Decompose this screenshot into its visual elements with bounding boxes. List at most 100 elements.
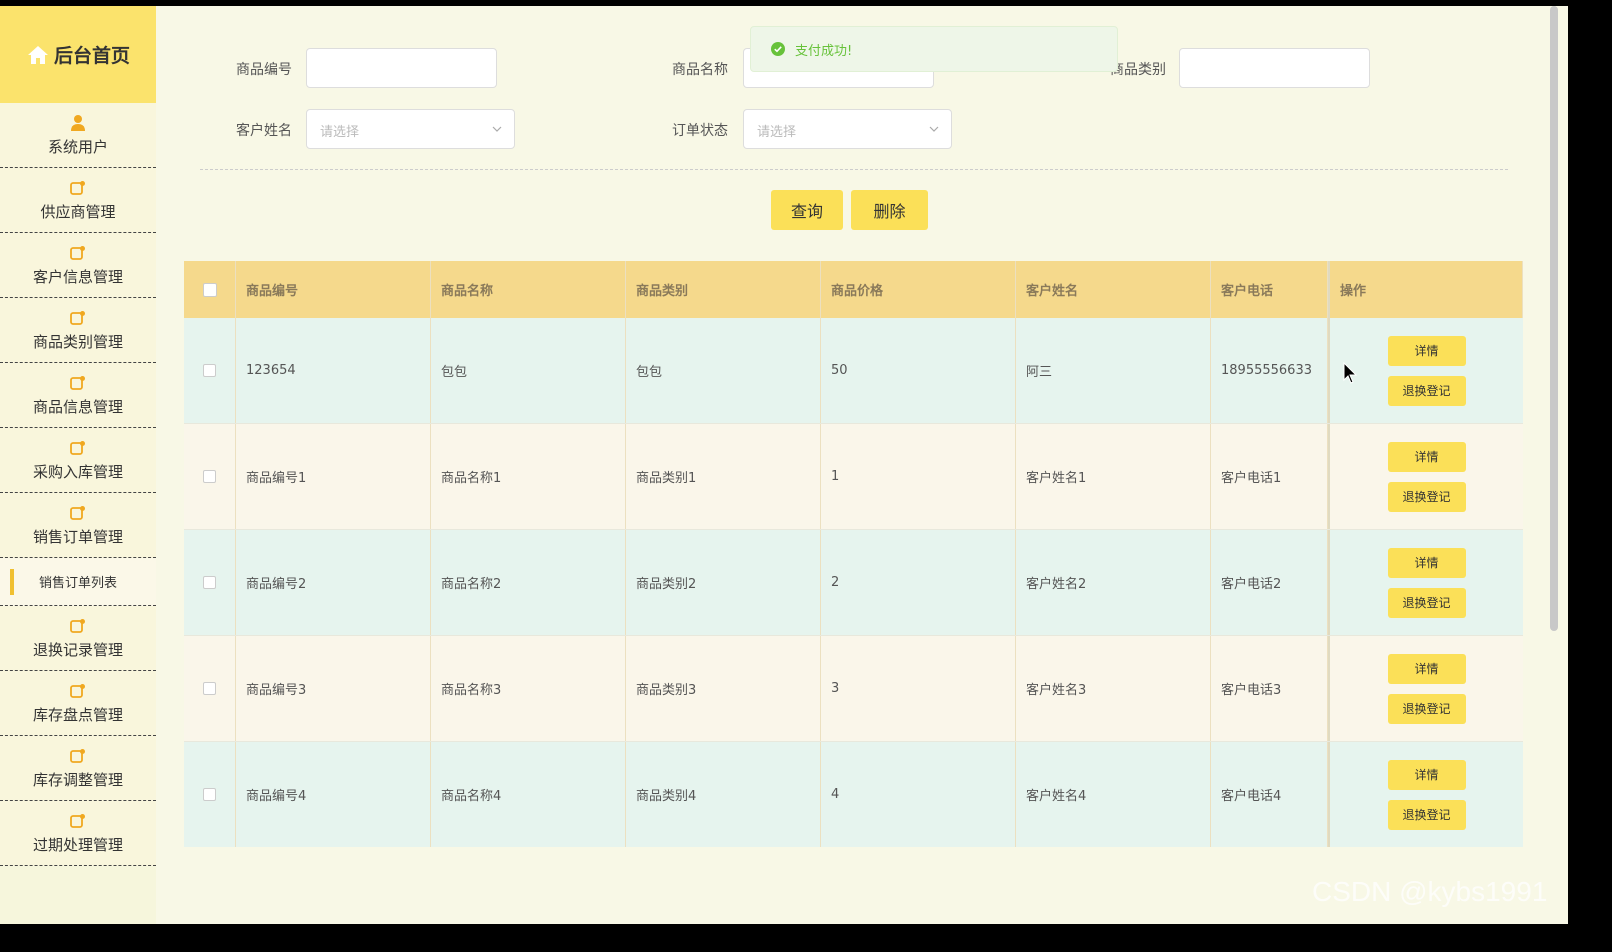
table-row[interactable]: 商品编号2 商品名称2 商品类别2 2 客户姓名2 客户电话2 详情 退换登记 — [184, 530, 1523, 636]
detail-button[interactable]: 详情 — [1387, 335, 1466, 366]
row-checkbox-cell — [184, 636, 236, 741]
table-cell: 商品类别2 — [626, 530, 821, 635]
table-row[interactable]: 商品编号4 商品名称4 商品类别4 4 客户姓名4 客户电话4 详情 退换登记 — [184, 742, 1523, 847]
product-code-label: 商品编号 — [236, 62, 292, 78]
app-screen: 后台首页 系统用户供应商管理 客户信息管理商品类别管理 商品信息管理采购入库管理销售… — [0, 6, 1568, 924]
column-header[interactable]: 商品类别 — [626, 261, 821, 318]
return-register-button[interactable]: 退换登记 — [1387, 587, 1466, 618]
table-cell: 包包 — [626, 318, 821, 423]
sidebar-item[interactable]: 过期处理管理 — [0, 801, 156, 866]
edit-icon — [70, 180, 85, 195]
sidebar-item-label: 销售订单管理 — [32, 527, 123, 546]
table-row[interactable]: 123654 包包 包包 50 阿三 18955556633 详情 退换登记 — [184, 318, 1523, 424]
sidebar-item-label: 库存调整管理 — [32, 770, 123, 789]
table-cell: 包包 — [431, 318, 626, 423]
sidebar: 后台首页 系统用户供应商管理 客户信息管理商品类别管理 商品信息管理采购入库管理销售… — [0, 6, 156, 924]
product-name-label: 商品名称 — [672, 62, 728, 78]
select-all-checkbox[interactable] — [202, 282, 217, 297]
order-status-label: 订单状态 — [672, 123, 728, 139]
sidebar-item[interactable]: 采购入库管理 — [0, 428, 156, 493]
table-cell: 1 — [821, 424, 1016, 529]
toast-message: 支付成功! — [795, 43, 853, 59]
row-checkbox[interactable] — [203, 576, 216, 589]
sidebar-item-label: 系统用户 — [47, 137, 108, 156]
table-cell: 商品名称3 — [431, 636, 626, 741]
detail-button[interactable]: 详情 — [1387, 759, 1466, 790]
product-code-input[interactable] — [306, 48, 497, 88]
sidebar-item[interactable]: 商品类别管理 — [0, 298, 156, 363]
table-cell: 客户姓名1 — [1016, 424, 1211, 529]
order-status-placeholder: 请选择 — [757, 125, 797, 140]
row-checkbox-cell — [184, 742, 236, 847]
delete-button[interactable]: 删除 — [851, 190, 928, 230]
table-cell: 客户电话2 — [1211, 530, 1328, 635]
sidebar-item[interactable]: 库存盘点管理 — [0, 671, 156, 736]
sidebar-item[interactable]: 库存调整管理 — [0, 736, 156, 801]
row-checkbox[interactable] — [203, 682, 216, 695]
sidebar-item[interactable]: 系统用户 — [0, 103, 156, 168]
table-cell: 阿三 — [1016, 318, 1211, 423]
table-cell: 客户姓名4 — [1016, 742, 1211, 847]
edit-icon — [70, 440, 85, 455]
edit-icon — [70, 310, 85, 325]
column-header[interactable]: 客户姓名 — [1016, 261, 1211, 318]
sidebar-item-label: 商品信息管理 — [32, 397, 123, 416]
sidebar-subitem-label: 销售订单列表 — [38, 576, 117, 591]
main-content: 商品编号 商品名称 商品类别 客户姓名 请选择 订单状态 请选择 查询 删除 支… — [156, 6, 1548, 924]
return-register-button[interactable]: 退换登记 — [1387, 375, 1466, 406]
query-button[interactable]: 查询 — [771, 190, 843, 230]
edit-icon — [70, 618, 85, 633]
return-register-button[interactable]: 退换登记 — [1387, 799, 1466, 830]
edit-icon — [70, 813, 85, 828]
table-cell: 客户姓名3 — [1016, 636, 1211, 741]
sidebar-item-label: 商品类别管理 — [32, 332, 123, 351]
column-header[interactable]: 客户电话 — [1211, 261, 1328, 318]
edit-icon — [70, 245, 85, 260]
home-icon — [27, 45, 48, 64]
column-header[interactable]: 商品编号 — [236, 261, 431, 318]
sidebar-item[interactable]: 供应商管理 — [0, 168, 156, 233]
column-header[interactable]: 商品价格 — [821, 261, 1016, 318]
orders-table: 商品编号 商品名称 商品类别 商品价格 客户姓名 客户电话 操作 123654 包… — [184, 261, 1523, 847]
detail-button[interactable]: 详情 — [1387, 547, 1466, 578]
sidebar-logo[interactable]: 后台首页 — [0, 6, 156, 103]
row-actions: 详情 退换登记 — [1328, 530, 1523, 635]
row-checkbox[interactable] — [203, 788, 216, 801]
scrollbar[interactable] — [1550, 6, 1558, 631]
success-check-icon — [771, 42, 785, 56]
product-category-label: 商品类别 — [1110, 62, 1166, 78]
table-cell: 2 — [821, 530, 1016, 635]
sidebar-item[interactable]: 客户信息管理 — [0, 233, 156, 298]
product-category-input[interactable] — [1179, 48, 1370, 88]
chevron-down-icon — [929, 126, 939, 132]
return-register-button[interactable]: 退换登记 — [1387, 693, 1466, 724]
sidebar-item[interactable]: 销售订单管理 — [0, 493, 156, 558]
sidebar-subitem-sales-order-list[interactable]: 销售订单列表 — [0, 558, 156, 606]
table-cell: 商品编号1 — [236, 424, 431, 529]
detail-button[interactable]: 详情 — [1387, 441, 1466, 472]
table-row[interactable]: 商品编号1 商品名称1 商品类别1 1 客户姓名1 客户电话1 详情 退换登记 — [184, 424, 1523, 530]
success-toast: 支付成功! — [750, 26, 1118, 72]
return-register-button[interactable]: 退换登记 — [1387, 481, 1466, 512]
customer-name-select[interactable]: 请选择 — [306, 109, 515, 149]
column-header[interactable]: 商品名称 — [431, 261, 626, 318]
table-cell: 商品编号4 — [236, 742, 431, 847]
column-header-actions: 操作 — [1328, 261, 1523, 318]
table-cell: 商品名称4 — [431, 742, 626, 847]
sidebar-item[interactable]: 退换记录管理 — [0, 606, 156, 671]
edit-icon — [70, 748, 85, 763]
edit-icon — [70, 375, 85, 390]
mouse-cursor-icon — [1343, 362, 1358, 384]
order-status-select[interactable]: 请选择 — [743, 109, 952, 149]
row-checkbox-cell — [184, 318, 236, 423]
customer-name-label: 客户姓名 — [236, 123, 292, 139]
row-checkbox[interactable] — [203, 364, 216, 377]
detail-button[interactable]: 详情 — [1387, 653, 1466, 684]
row-checkbox[interactable] — [203, 470, 216, 483]
table-row[interactable]: 商品编号3 商品名称3 商品类别3 3 客户姓名3 客户电话3 详情 退换登记 — [184, 636, 1523, 742]
sidebar-item[interactable]: 商品信息管理 — [0, 363, 156, 428]
row-checkbox-cell — [184, 424, 236, 529]
chevron-down-icon — [492, 126, 502, 132]
table-cell: 商品类别3 — [626, 636, 821, 741]
table-cell: 客户电话4 — [1211, 742, 1328, 847]
